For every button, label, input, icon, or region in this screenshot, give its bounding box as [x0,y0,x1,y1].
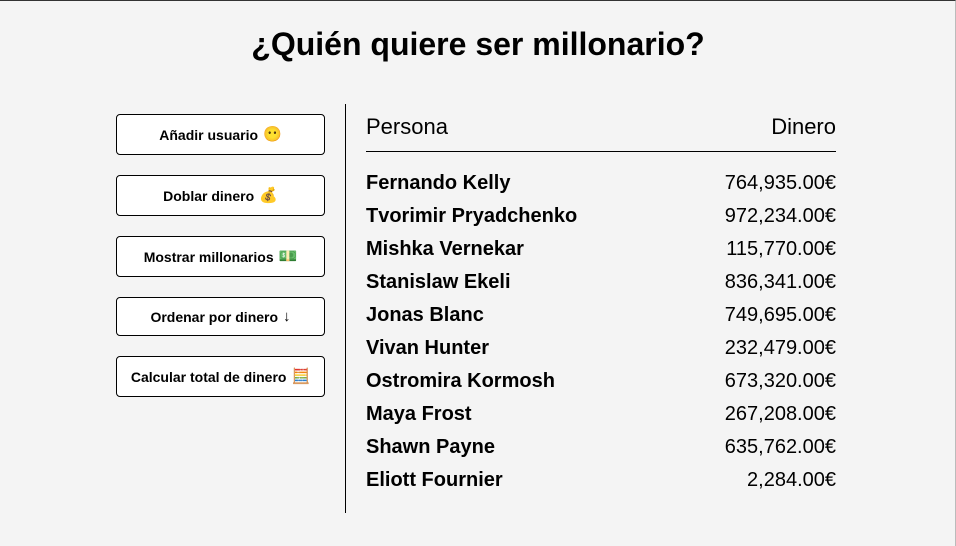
table-row: Tvorimir Pryadchenko 972,234.00€ [366,205,836,238]
table-row: Fernando Kelly 764,935.00€ [366,172,836,205]
column-header-person: Persona [366,114,448,139]
person-name: Shawn Payne [366,436,495,458]
show-millionaires-label: Mostrar millonarios [143,248,274,265]
add-user-button[interactable]: Añadir usuario 😶 [116,114,325,155]
table-row: Stanislaw Ekeli 836,341.00€ [366,271,836,304]
calculate-total-label: Calcular total de dinero [130,368,287,385]
person-name: Vivan Hunter [366,337,489,359]
show-millionaires-button[interactable]: Mostrar millonarios 💵 [116,236,325,277]
double-money-label: Doblar dinero [163,187,255,204]
person-money: 972,234.00€ [724,205,836,227]
person-name: Ostromira Kormosh [366,370,555,392]
actions-panel: Añadir usuario 😶 Doblar dinero 💰 Mostrar… [116,114,325,417]
add-user-label: Añadir usuario [159,126,259,143]
sort-by-money-button[interactable]: Ordenar por dinero ↓ [116,297,325,336]
table-header: Persona Dinero [366,113,836,152]
table-row: Jonas Blanc 749,695.00€ [366,304,836,337]
person-name: Jonas Blanc [366,304,484,326]
table-row: Ostromira Kormosh 673,320.00€ [366,370,836,403]
abacus-icon: 🧮 [291,368,311,385]
table-row: Mishka Vernekar 115,770.00€ [366,238,836,271]
person-name: Eliott Fournier [366,469,503,491]
person-name: Fernando Kelly [366,172,511,194]
person-name: Maya Frost [366,403,472,425]
column-header-money: Dinero [771,114,836,139]
dollar-banknote-icon: 💵 [278,248,298,265]
person-money: 749,695.00€ [724,304,836,326]
people-table: Persona Dinero Fernando Kelly 764,935.00… [366,113,836,502]
person-money: 836,341.00€ [724,271,836,293]
table-row: Eliott Fournier 2,284.00€ [366,469,836,502]
person-money: 2,284.00€ [747,469,836,491]
page-title: ¿Quién quiere ser millonario? [251,26,705,62]
vertical-divider [345,104,346,513]
person-money: 764,935.00€ [724,172,836,194]
person-money: 673,320.00€ [724,370,836,392]
person-money: 232,479.00€ [724,337,836,359]
neutral-face-icon: 😶 [263,126,282,143]
person-money: 115,770.00€ [726,238,836,260]
table-body: Fernando Kelly 764,935.00€ Tvorimir Prya… [366,172,836,502]
person-name: Tvorimir Pryadchenko [366,205,578,227]
arrow-down-icon: ↓ [283,308,291,325]
table-row: Vivan Hunter 232,479.00€ [366,337,836,370]
money-bag-icon: 💰 [259,187,278,204]
table-row: Shawn Payne 635,762.00€ [366,436,836,469]
person-money: 267,208.00€ [724,403,836,425]
person-money: 635,762.00€ [724,436,836,458]
person-name: Mishka Vernekar [366,238,524,260]
table-row: Maya Frost 267,208.00€ [366,403,836,436]
person-name: Stanislaw Ekeli [366,271,511,293]
calculate-total-button[interactable]: Calcular total de dinero 🧮 [116,356,325,397]
double-money-button[interactable]: Doblar dinero 💰 [116,175,325,216]
sort-by-money-label: Ordenar por dinero [150,308,279,325]
